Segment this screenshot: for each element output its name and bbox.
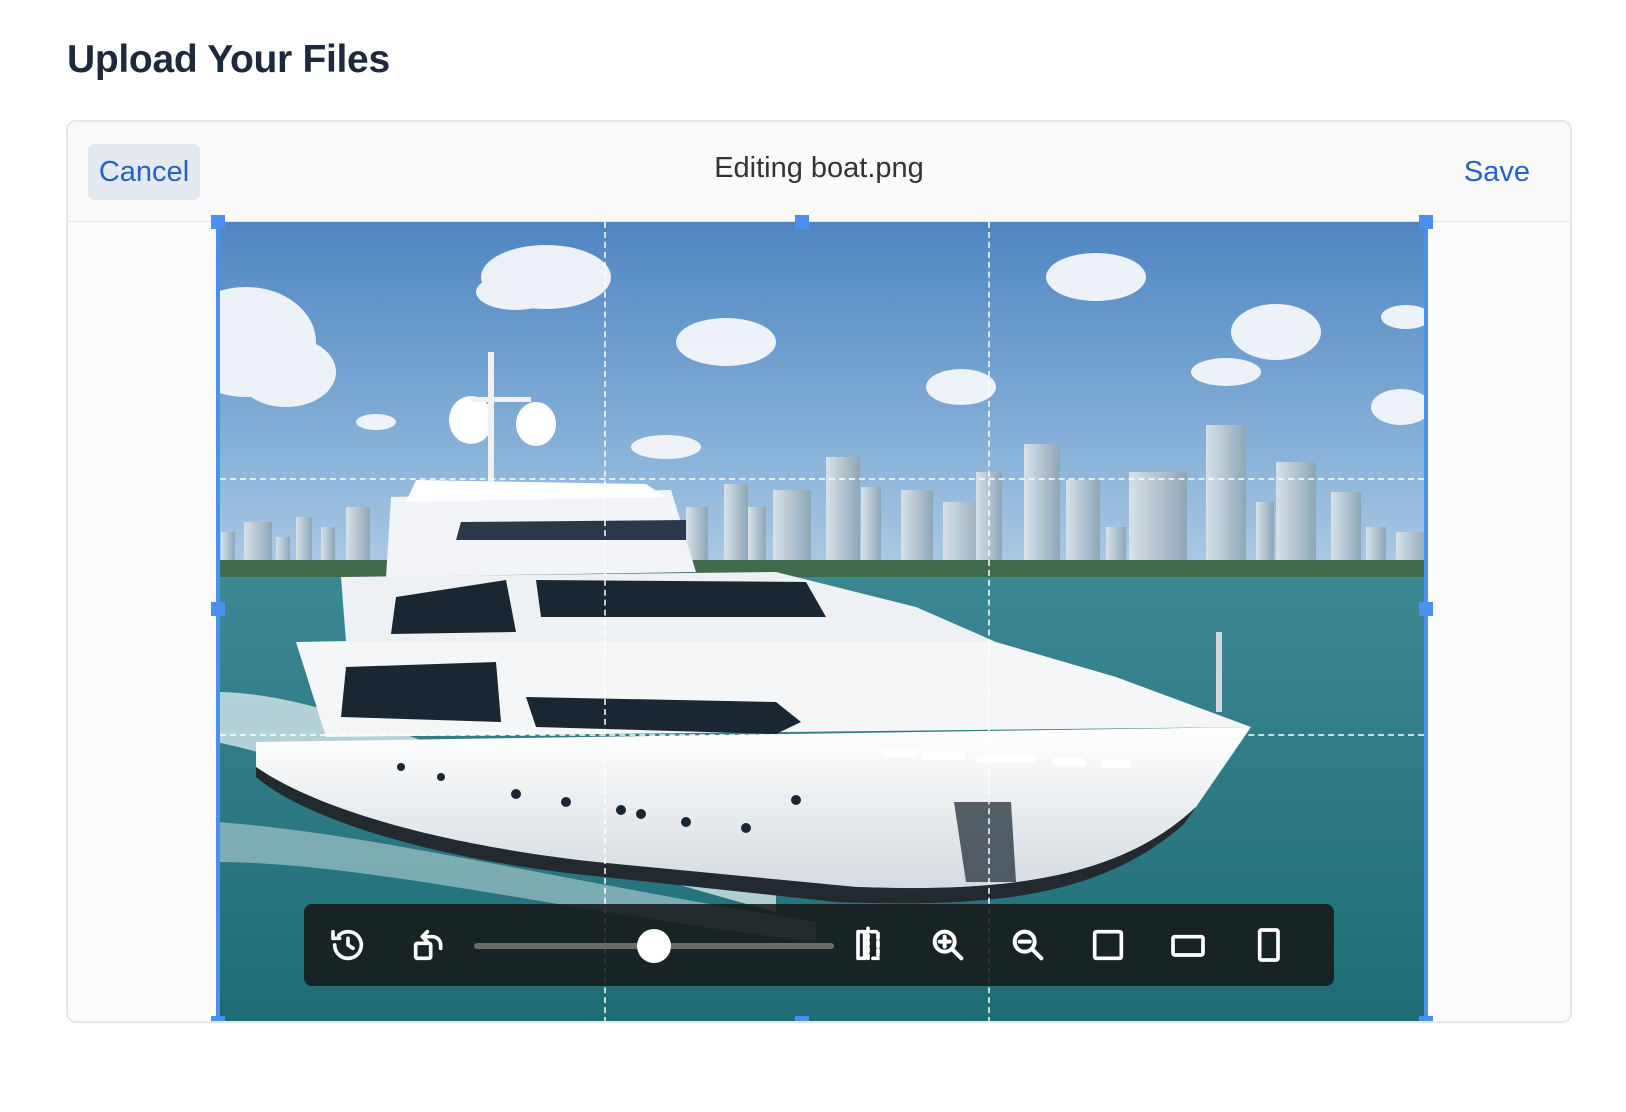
editor-topbar: Cancel Editing boat.png Save: [68, 122, 1570, 222]
zoom-in-button[interactable]: [924, 921, 972, 969]
rotate-icon: [413, 929, 443, 961]
crop-handle-top-left[interactable]: [211, 215, 225, 229]
crop-handle-bottom[interactable]: [795, 1016, 809, 1021]
rotate-button[interactable]: [405, 921, 453, 969]
editor-canvas: [68, 215, 1570, 1021]
flip-horizontal-button[interactable]: [844, 921, 892, 969]
aspect-portrait-button[interactable]: [1244, 921, 1292, 969]
edit-toolbar: [304, 904, 1334, 986]
crop-handle-left[interactable]: [211, 602, 225, 616]
page-title: Upload Your Files: [67, 38, 390, 81]
boat-image: [216, 222, 1428, 1021]
image-editor: Cancel Editing boat.png Save: [66, 120, 1572, 1023]
zoom-in-icon: [932, 929, 964, 961]
revert-button[interactable]: [324, 921, 372, 969]
crop-handle-bottom-right[interactable]: [1419, 1016, 1433, 1021]
aspect-landscape-icon: [1171, 934, 1205, 957]
aspect-portrait-icon: [1257, 928, 1280, 962]
image-preview[interactable]: [216, 222, 1428, 1021]
zoom-out-button[interactable]: [1004, 921, 1052, 969]
crop-handle-top-right[interactable]: [1419, 215, 1433, 229]
aspect-landscape-button[interactable]: [1164, 921, 1212, 969]
editor-title: Editing boat.png: [714, 152, 924, 184]
aspect-square-button[interactable]: [1084, 921, 1132, 969]
rotation-slider-knob[interactable]: [637, 929, 671, 963]
zoom-out-icon: [1012, 929, 1044, 961]
flip-horizontal-icon: [856, 926, 880, 964]
crop-handle-right[interactable]: [1419, 602, 1433, 616]
crop-handle-bottom-left[interactable]: [211, 1016, 225, 1021]
revert-icon: [331, 929, 364, 961]
crop-handle-top[interactable]: [795, 215, 809, 229]
rotation-slider[interactable]: [474, 929, 834, 963]
save-button[interactable]: Save: [1464, 144, 1530, 200]
aspect-square-icon: [1092, 929, 1124, 961]
